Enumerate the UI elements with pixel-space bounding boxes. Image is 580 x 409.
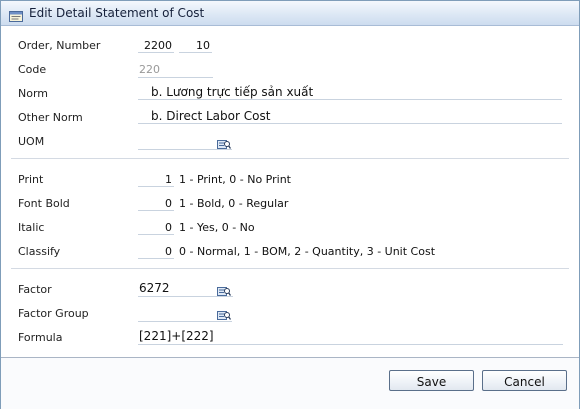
cancel-button[interactable]: Cancel xyxy=(482,370,567,391)
formula-label: Formula xyxy=(18,331,63,344)
factor-group-label: Factor Group xyxy=(18,307,89,320)
print-hint: 1 - Print, 0 - No Print xyxy=(179,173,291,186)
separator xyxy=(11,158,569,159)
font-bold-hint: 1 - Bold, 0 - Regular xyxy=(179,197,289,210)
font-bold-input[interactable]: 0 xyxy=(138,196,174,211)
norm-label: Norm xyxy=(18,87,49,100)
italic-label: Italic xyxy=(18,221,45,234)
code-input[interactable]: 220 xyxy=(138,62,213,78)
classify-input[interactable]: 0 xyxy=(138,244,174,259)
title-bar: Edit Detail Statement of Cost xyxy=(1,1,579,26)
uom-lookup-icon[interactable] xyxy=(217,135,232,149)
save-button[interactable]: Save xyxy=(389,370,474,391)
formula-input[interactable]: [221]+[222] xyxy=(138,329,563,345)
order-number-label: Order, Number xyxy=(18,39,101,52)
code-label: Code xyxy=(18,63,47,76)
italic-input[interactable]: 0 xyxy=(138,220,174,235)
separator xyxy=(11,268,569,269)
italic-hint: 1 - Yes, 0 - No xyxy=(179,221,255,234)
factor-group-lookup-icon[interactable] xyxy=(217,306,232,320)
factor-lookup-icon[interactable] xyxy=(217,282,232,296)
uom-label: UOM xyxy=(18,135,45,148)
order-input[interactable]: 2200 xyxy=(138,38,174,53)
other-norm-input[interactable]: b. Direct Labor Cost xyxy=(138,109,562,124)
other-norm-label: Other Norm xyxy=(18,111,83,124)
classify-hint: 0 - Normal, 1 - BOM, 2 - Quantity, 3 - U… xyxy=(179,245,436,258)
norm-input[interactable]: b. Lương trực tiếp sản xuất xyxy=(138,85,562,100)
dialog-window: Edit Detail Statement of Cost Order, Num… xyxy=(0,0,580,409)
print-input[interactable]: 1 xyxy=(138,172,174,187)
factor-label: Factor xyxy=(18,283,52,296)
form-icon xyxy=(9,7,23,22)
number-input[interactable]: 10 xyxy=(179,38,212,53)
form-body: Order, Number 2200 10 Code 220 Norm b. L… xyxy=(1,26,579,359)
dialog-title: Edit Detail Statement of Cost xyxy=(29,6,205,20)
classify-label: Classify xyxy=(18,245,61,258)
font-bold-label: Font Bold xyxy=(18,197,70,210)
print-label: Print xyxy=(18,173,44,186)
